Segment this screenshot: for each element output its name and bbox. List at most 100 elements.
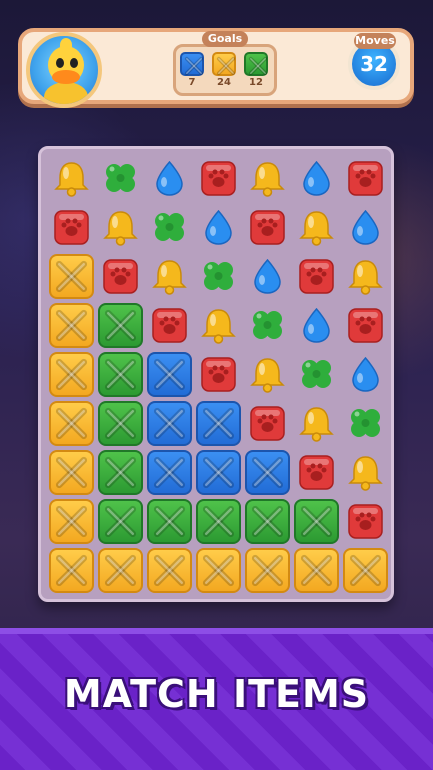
water-drop-icon[interactable]: [292, 154, 341, 203]
red-paw-block[interactable]: [292, 252, 341, 301]
red-paw-block[interactable]: [243, 203, 292, 252]
game-board[interactable]: [38, 146, 394, 602]
orange-tile-face: [294, 548, 339, 593]
red-paw-block-graphic: [345, 158, 386, 199]
bell-icon[interactable]: [243, 350, 292, 399]
goal-blue-tile: [180, 52, 204, 76]
clover-icon[interactable]: [194, 252, 243, 301]
red-paw-block[interactable]: [341, 154, 390, 203]
green-tile-face: [98, 303, 143, 348]
red-paw-block-graphic: [345, 501, 386, 542]
clover-icon[interactable]: [243, 301, 292, 350]
bell-icon-graphic: [51, 158, 92, 199]
green-tile[interactable]: [145, 497, 194, 546]
red-paw-block[interactable]: [341, 497, 390, 546]
green-tile-face: [98, 401, 143, 446]
orange-tile[interactable]: [292, 546, 341, 595]
red-paw-block[interactable]: [194, 350, 243, 399]
orange-tile[interactable]: [47, 546, 96, 595]
orange-tile[interactable]: [96, 546, 145, 595]
moves-label: Moves: [354, 33, 396, 49]
green-tile[interactable]: [96, 448, 145, 497]
green-tile[interactable]: [194, 497, 243, 546]
orange-tile[interactable]: [243, 546, 292, 595]
green-tile-face: [294, 499, 339, 544]
blue-tile-face: [196, 450, 241, 495]
bell-icon[interactable]: [292, 399, 341, 448]
orange-tile[interactable]: [47, 350, 96, 399]
green-tile[interactable]: [96, 350, 145, 399]
bell-icon[interactable]: [47, 154, 96, 203]
orange-tile[interactable]: [47, 448, 96, 497]
water-drop-icon[interactable]: [341, 350, 390, 399]
bell-icon[interactable]: [292, 203, 341, 252]
goal-orange-tile: [212, 52, 236, 76]
orange-tile-face: [49, 450, 94, 495]
orange-tile[interactable]: [47, 399, 96, 448]
orange-tile[interactable]: [47, 301, 96, 350]
blue-tile[interactable]: [145, 350, 194, 399]
orange-tile[interactable]: [145, 546, 194, 595]
blue-tile[interactable]: [145, 399, 194, 448]
bell-icon[interactable]: [96, 203, 145, 252]
green-tile[interactable]: [96, 301, 145, 350]
green-tile[interactable]: [96, 399, 145, 448]
water-drop-icon-graphic: [247, 256, 288, 297]
water-drop-icon[interactable]: [145, 154, 194, 203]
red-paw-block[interactable]: [145, 301, 194, 350]
red-paw-block[interactable]: [47, 203, 96, 252]
clover-icon-graphic: [296, 354, 337, 395]
blue-tile[interactable]: [194, 399, 243, 448]
water-drop-icon[interactable]: [243, 252, 292, 301]
banner-title: MATCH ITEMS: [63, 672, 370, 716]
red-paw-block[interactable]: [243, 399, 292, 448]
bell-icon[interactable]: [341, 448, 390, 497]
clover-icon[interactable]: [96, 154, 145, 203]
orange-tile-face: [245, 548, 290, 593]
bell-icon-graphic: [198, 305, 239, 346]
bell-icon[interactable]: [341, 252, 390, 301]
red-paw-block[interactable]: [341, 301, 390, 350]
clover-icon[interactable]: [145, 203, 194, 252]
water-drop-icon[interactable]: [194, 203, 243, 252]
red-paw-block[interactable]: [292, 448, 341, 497]
red-paw-block-graphic: [198, 354, 239, 395]
blue-tile[interactable]: [243, 448, 292, 497]
bell-icon[interactable]: [194, 301, 243, 350]
bell-icon[interactable]: [243, 154, 292, 203]
goals-label: Goals: [202, 31, 248, 47]
orange-tile[interactable]: [341, 546, 390, 595]
duck-avatar[interactable]: [26, 32, 102, 108]
water-drop-icon-graphic: [296, 158, 337, 199]
clover-icon[interactable]: [292, 350, 341, 399]
clover-icon[interactable]: [341, 399, 390, 448]
red-paw-block-graphic: [296, 256, 337, 297]
red-paw-block[interactable]: [194, 154, 243, 203]
orange-tile[interactable]: [194, 546, 243, 595]
blue-tile[interactable]: [194, 448, 243, 497]
orange-tile-face: [147, 548, 192, 593]
orange-tile-face: [49, 352, 94, 397]
orange-tile-face: [49, 254, 94, 299]
bell-icon-graphic: [149, 256, 190, 297]
orange-tile-face: [49, 548, 94, 593]
clover-icon-graphic: [149, 207, 190, 248]
red-paw-block-graphic: [149, 305, 190, 346]
green-tile[interactable]: [243, 497, 292, 546]
green-tile[interactable]: [96, 497, 145, 546]
orange-tile[interactable]: [47, 497, 96, 546]
water-drop-icon[interactable]: [292, 301, 341, 350]
blue-tile[interactable]: [145, 448, 194, 497]
water-drop-icon[interactable]: [341, 203, 390, 252]
water-drop-icon-graphic: [345, 354, 386, 395]
goal-count-orange: 24: [217, 77, 231, 88]
orange-tile-face: [49, 303, 94, 348]
blue-tile-face: [147, 450, 192, 495]
orange-tile[interactable]: [47, 252, 96, 301]
green-tile[interactable]: [292, 497, 341, 546]
water-drop-icon-graphic: [198, 207, 239, 248]
bell-icon[interactable]: [145, 252, 194, 301]
red-paw-block-graphic: [100, 256, 141, 297]
red-paw-block[interactable]: [96, 252, 145, 301]
water-drop-icon-graphic: [296, 305, 337, 346]
